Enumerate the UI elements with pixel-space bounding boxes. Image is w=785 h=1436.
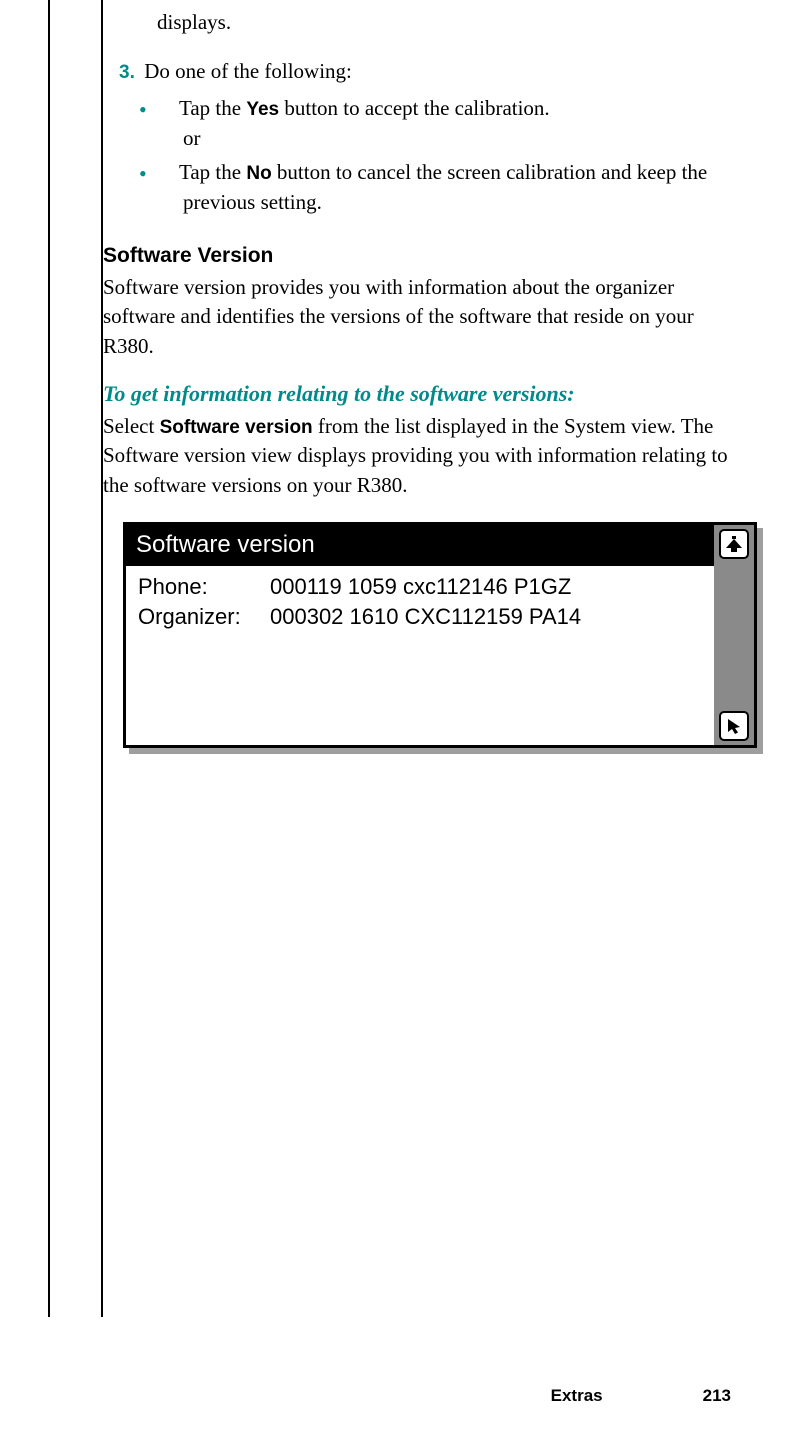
margin-rule-left bbox=[48, 0, 50, 1317]
screenshot-scrollbar bbox=[714, 525, 754, 745]
screenshot-title: Software version bbox=[126, 525, 714, 566]
yes-button-label: Yes bbox=[246, 99, 279, 120]
step-3: 3. Do one of the following: bbox=[119, 57, 733, 87]
software-version-menuitem: Software version bbox=[160, 417, 313, 438]
footer-section: Extras bbox=[551, 1384, 603, 1408]
step-number: 3. bbox=[119, 60, 139, 87]
bullet-item-no: •Tap the No button to cancel the screen … bbox=[161, 157, 733, 217]
bullet-pre: Tap the bbox=[179, 160, 246, 184]
prev-page-fragment: displays. bbox=[157, 8, 733, 37]
howto-paragraph: Select Software version from the list di… bbox=[103, 412, 733, 500]
version-row-phone: Phone: 000119 1059 cxc112146 P1GZ bbox=[138, 572, 702, 603]
bullet-item-yes: •Tap the Yes button to accept the calibr… bbox=[161, 93, 733, 153]
bullet-icon: • bbox=[161, 159, 179, 190]
bullet-pre: Tap the bbox=[179, 96, 246, 120]
version-row-organizer: Organizer: 000302 1610 CXC112159 PA14 bbox=[138, 602, 702, 633]
scroll-up-icon bbox=[724, 534, 744, 554]
page: displays. 3. Do one of the following: •T… bbox=[0, 0, 785, 1436]
screenshot-main: Software version Phone: 000119 1059 cxc1… bbox=[126, 525, 714, 745]
pointer-button[interactable] bbox=[719, 711, 749, 741]
version-value: 000302 1610 CXC112159 PA14 bbox=[270, 602, 581, 633]
version-value: 000119 1059 cxc112146 P1GZ bbox=[270, 572, 571, 603]
screenshot-frame: Software version Phone: 000119 1059 cxc1… bbox=[123, 522, 757, 748]
bullet-icon: • bbox=[161, 95, 179, 126]
section-paragraph: Software version provides you with infor… bbox=[103, 273, 733, 361]
content-area: displays. 3. Do one of the following: •T… bbox=[103, 0, 733, 754]
version-label: Phone: bbox=[138, 572, 270, 603]
bullet-tail: or bbox=[183, 126, 201, 150]
howto-pre: Select bbox=[103, 414, 160, 438]
version-label: Organizer: bbox=[138, 602, 270, 633]
scroll-up-button[interactable] bbox=[719, 529, 749, 559]
pointer-icon bbox=[724, 716, 744, 736]
screenshot-body: Phone: 000119 1059 cxc112146 P1GZ Organi… bbox=[126, 566, 714, 640]
howto-heading: To get information relating to the softw… bbox=[103, 379, 733, 410]
step-text: Do one of the following: bbox=[144, 59, 352, 83]
bullet-post: button to accept the calibration. bbox=[279, 96, 550, 120]
page-footer: Extras 213 bbox=[0, 1384, 785, 1408]
section-heading-software-version: Software Version bbox=[103, 241, 733, 270]
device-screenshot: Software version Phone: 000119 1059 cxc1… bbox=[123, 522, 763, 754]
no-button-label: No bbox=[246, 163, 271, 184]
footer-page-number: 213 bbox=[703, 1384, 731, 1408]
